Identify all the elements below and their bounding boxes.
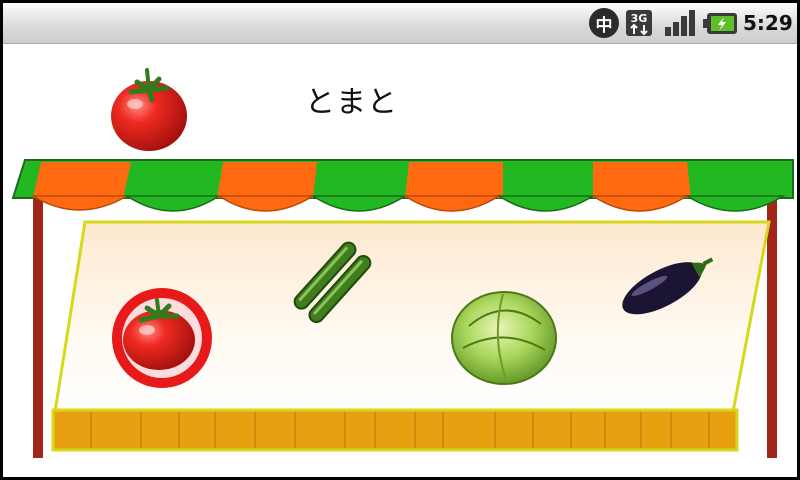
battery-charging-icon: [703, 9, 739, 37]
status-clock: 5:29: [743, 11, 793, 35]
shelf-item-cabbage[interactable]: [449, 286, 559, 390]
shelf-item-tomato[interactable]: [109, 286, 215, 394]
stall-pole-right: [767, 194, 777, 458]
status-bar: 中 3G 5:29: [3, 3, 797, 44]
counter-front: [51, 408, 739, 452]
tomato-icon: [123, 310, 195, 370]
eggplant-icon: [622, 257, 714, 315]
app-screen: 中 3G 5:29 とまと: [3, 3, 797, 477]
signal-strength-icon: [663, 9, 697, 37]
network-label: 3G: [631, 12, 648, 25]
game-area: とまと: [3, 44, 797, 477]
network-3g-icon: 3G: [625, 9, 659, 37]
awning: [11, 159, 794, 212]
shelf-item-eggplant[interactable]: [613, 240, 717, 326]
ime-indicator-icon: 中: [589, 8, 619, 38]
cucumber-icon: [293, 241, 372, 324]
stall-pole-left: [33, 194, 43, 458]
shelf-item-cucumber[interactable]: [281, 234, 381, 332]
cabbage-icon: [451, 291, 557, 385]
